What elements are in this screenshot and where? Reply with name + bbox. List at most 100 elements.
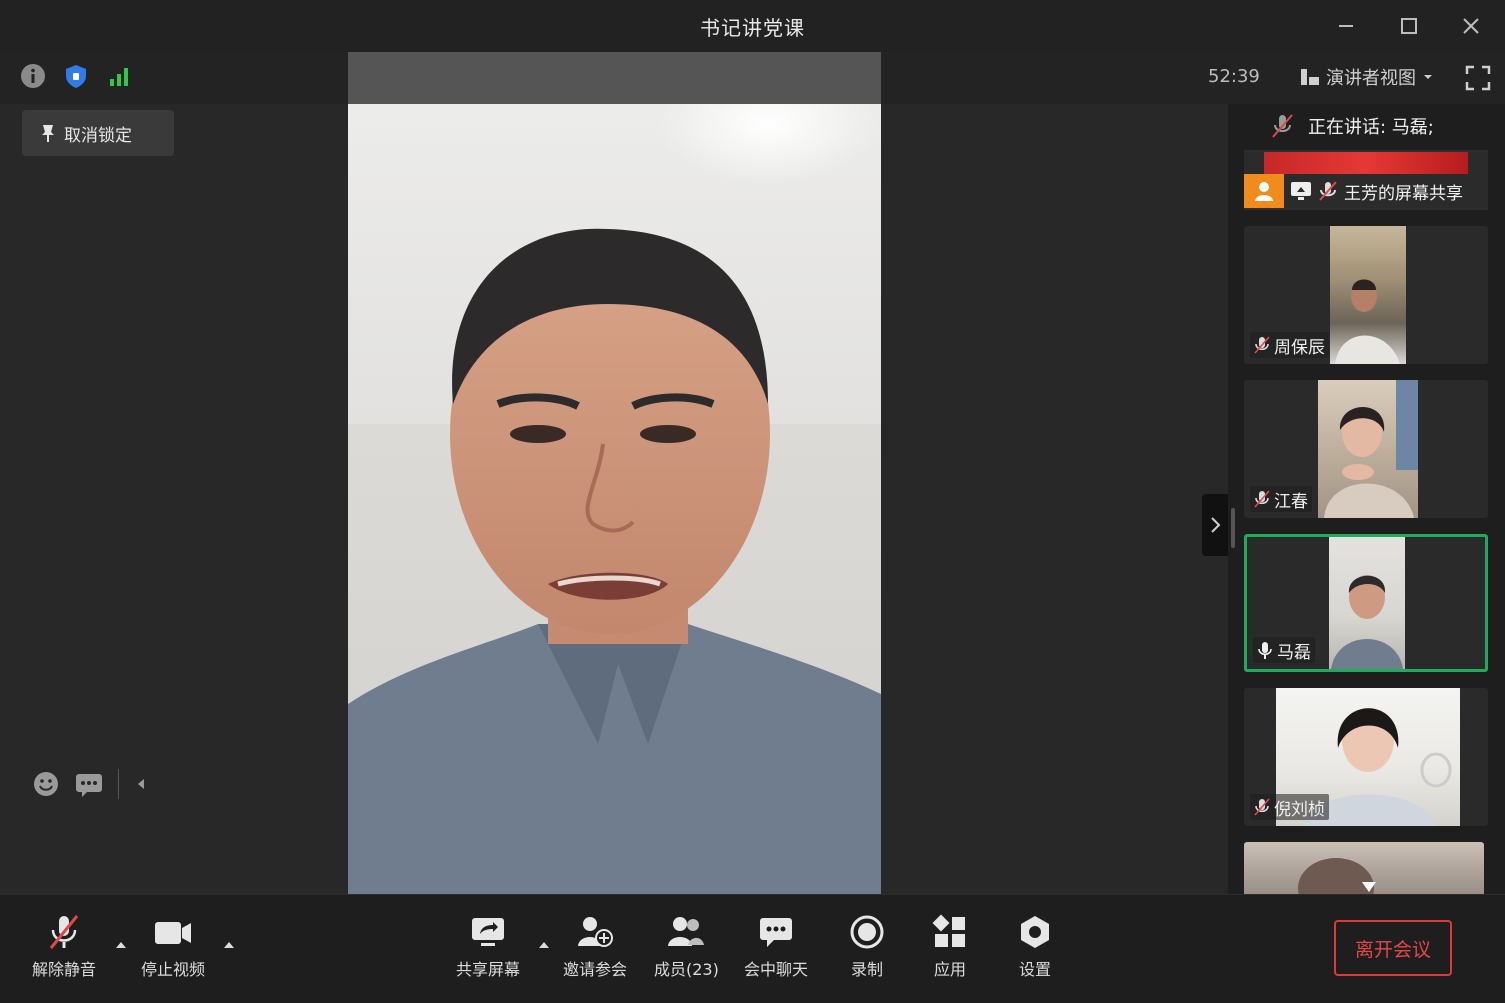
active-speaker-video[interactable] [348,104,881,894]
invite-label: 邀请参会 [563,960,628,979]
gallery-scrollbar[interactable] [1231,508,1235,548]
reaction-bar [22,762,159,806]
participant-name-tag: 周保辰 [1250,332,1329,358]
participant-video [1329,537,1405,669]
invite-button[interactable]: 邀请参会 [563,914,627,980]
video-camera-icon [155,922,191,944]
participant-video [1318,380,1418,518]
share-screen-button[interactable]: 共享屏幕 [456,914,520,980]
members-button[interactable]: 成员(23) [654,914,719,980]
mic-muted-icon [1254,798,1270,816]
participant-name-tag: 江春 [1250,486,1312,512]
settings-label: 设置 [1018,960,1051,979]
emoji-reaction-icon[interactable] [32,770,60,798]
meeting-info-button[interactable] [19,62,47,90]
meeting-timer: 52:39 [1208,66,1260,87]
security-button[interactable] [62,62,90,90]
chat-label: 会中聊天 [744,960,809,979]
speaker-view-icon [1301,69,1319,85]
minimize-button[interactable] [1326,10,1366,42]
main-video-header [348,52,881,104]
record-button[interactable]: 录制 [849,914,885,980]
host-badge [1244,174,1284,208]
participant-portrait [1331,575,1403,669]
members-label: 成员(23) [654,960,719,979]
shield-icon [66,65,86,88]
pin-icon [42,125,54,142]
host-icon [1255,182,1273,201]
participant-tile[interactable]: 江春 [1244,380,1488,518]
participant-portrait [1324,380,1418,518]
gear-icon [1021,916,1049,948]
view-mode-label: 演讲者视图 [1326,68,1416,89]
mic-muted-icon [1254,336,1270,354]
chat-icon [760,918,792,947]
unpin-label: 取消锁定 [64,125,132,146]
record-icon [850,915,884,949]
maximize-button[interactable] [1389,10,1429,42]
close-icon [1463,18,1479,34]
record-label: 录制 [850,960,883,979]
side-panel-toggle[interactable] [1202,494,1228,556]
video-options-caret-icon[interactable] [222,938,236,952]
fullscreen-icon [1465,65,1491,91]
screen-share-label: 王芳的屏幕共享 [1344,183,1463,204]
signal-icon [110,68,128,86]
speaking-label: 正在讲话: 马磊; [1308,117,1434,138]
screen-share-icon [1291,182,1311,200]
chevron-down-icon [1424,75,1432,79]
chevron-left-icon[interactable] [133,776,149,792]
participant-tile-partial[interactable] [1244,842,1484,894]
participant-tile[interactable]: 周保辰 [1244,226,1488,364]
share-screen-label: 共享屏幕 [456,960,521,979]
participant-portrait [1335,279,1400,364]
screen-share-caption: 王芳的屏幕共享 [1244,174,1488,208]
bullet-chat-icon[interactable] [74,771,104,797]
unpin-button[interactable]: 取消锁定 [22,110,174,156]
mic-muted-icon [1272,114,1293,138]
mic-icon [1258,642,1272,659]
minimize-icon [1339,25,1353,27]
speaker-portrait [348,104,881,894]
network-signal[interactable] [106,62,134,90]
speaking-indicator: 正在讲话: 马磊; [1244,104,1488,148]
participant-name: 江春 [1274,491,1308,512]
window-title: 书记讲党课 [700,16,805,40]
participant-name-tag: 倪刘桢 [1250,794,1329,820]
participant-tile[interactable]: 倪刘桢 [1244,688,1488,826]
share-screen-icon [472,918,504,946]
members-icon [668,917,705,946]
participant-video [1330,226,1406,364]
participant-portrait [1298,858,1376,894]
unmute-button[interactable]: 解除静音 [32,914,96,980]
maximize-icon [1401,18,1417,34]
apps-label: 应用 [933,960,966,979]
participant-name-tag: 马磊 [1253,637,1315,663]
apps-button[interactable]: 应用 [932,914,968,980]
stop-video-button[interactable]: 停止视频 [141,914,205,980]
info-icon [21,64,45,88]
participant-tile-active-speaker[interactable]: 马磊 [1244,534,1488,672]
settings-button[interactable]: 设置 [1017,914,1053,980]
chat-button[interactable]: 会中聊天 [744,914,808,980]
audio-options-caret-icon[interactable] [114,938,128,952]
reaction-divider [118,769,119,799]
mic-muted-icon [1319,181,1337,201]
screen-share-tile[interactable]: 王芳的屏幕共享 [1244,150,1488,210]
add-user-icon [578,917,613,947]
apps-icon [932,914,965,947]
chevron-right-icon [1211,517,1221,533]
view-mode-selector[interactable]: 演讲者视图 [1300,62,1434,92]
mic-muted-icon [1254,490,1270,508]
participant-name: 周保辰 [1274,337,1325,358]
unmute-label: 解除静音 [32,960,97,979]
fullscreen-button[interactable] [1464,64,1492,92]
mic-muted-icon [49,915,79,949]
leave-meeting-button[interactable]: 离开会议 [1334,920,1452,976]
close-button[interactable] [1451,10,1491,42]
stop-video-label: 停止视频 [141,960,206,979]
screen-share-preview [1264,152,1468,174]
participant-name: 马磊 [1277,642,1311,663]
share-options-caret-icon[interactable] [537,938,551,952]
participant-name: 倪刘桢 [1274,799,1325,820]
